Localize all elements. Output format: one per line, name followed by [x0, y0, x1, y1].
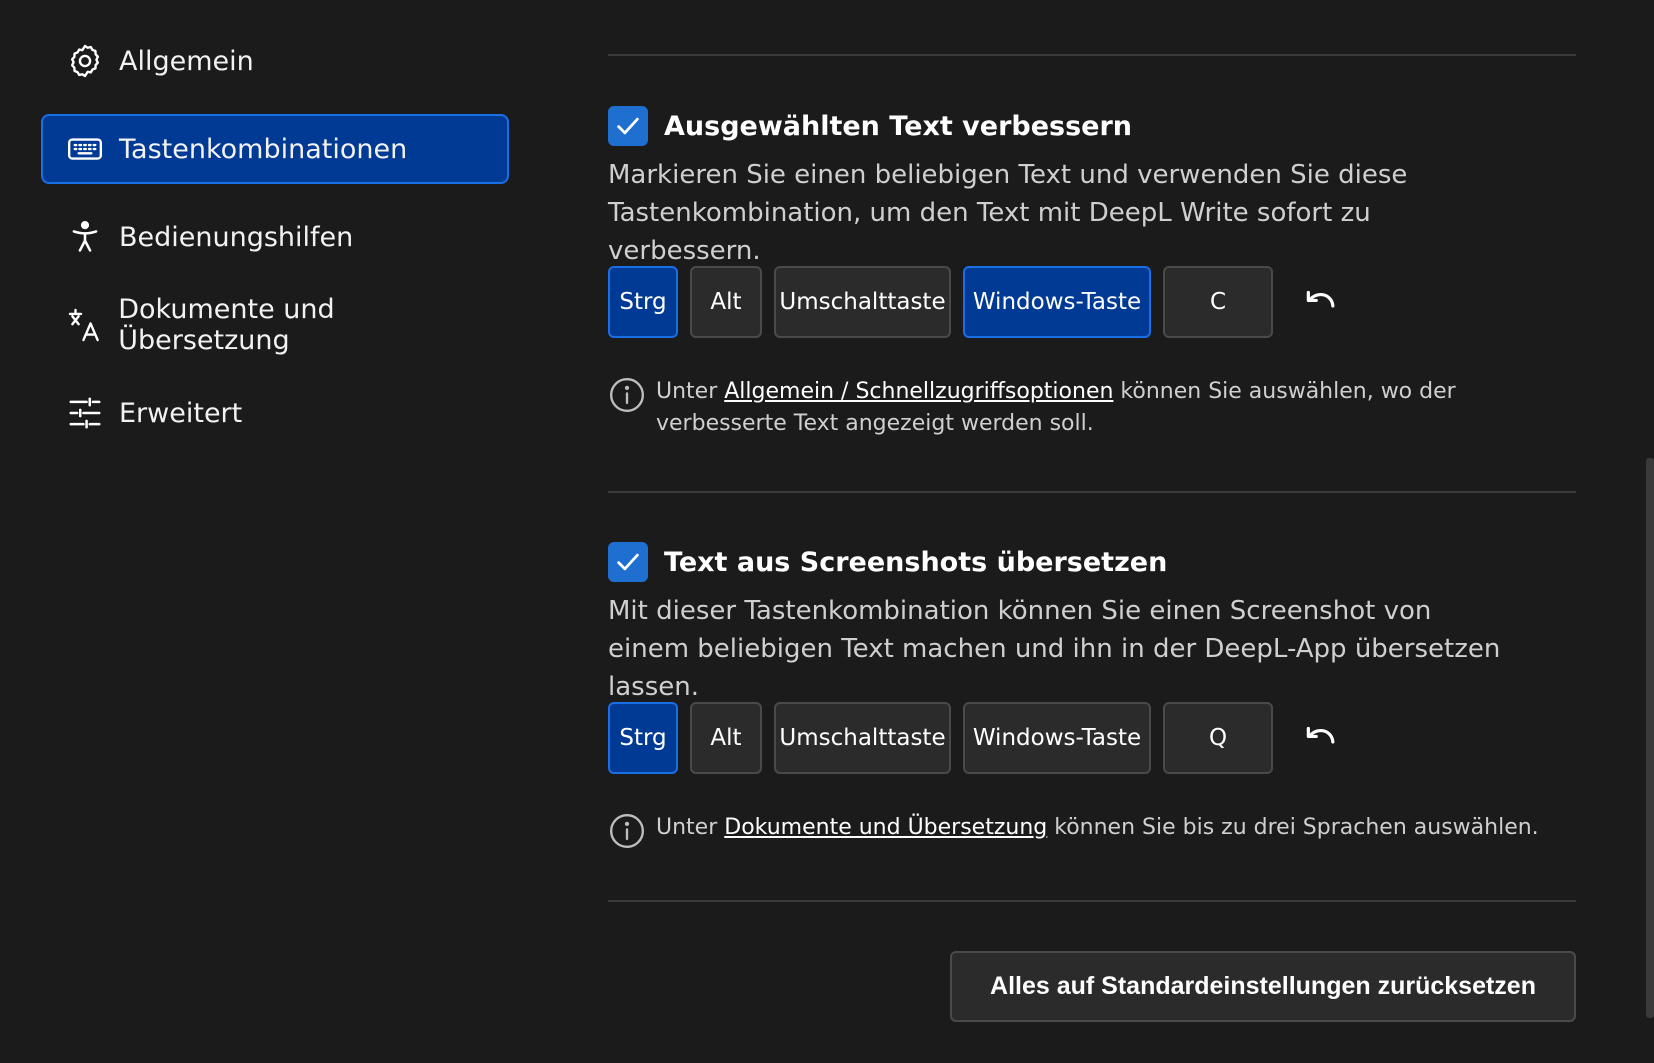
info-text: Unter Allgemein / Schnellzugriffsoptione…: [656, 376, 1568, 440]
sidebar-item-label: Bedienungshilfen: [119, 221, 354, 253]
sliders-icon: [65, 393, 105, 433]
undo-icon[interactable]: [1299, 716, 1343, 760]
gear-icon: [65, 41, 105, 81]
info-note: Unter Allgemein / Schnellzugriffsoptione…: [608, 376, 1568, 440]
sidebar-item-label: Allgemein: [119, 45, 254, 77]
sidebar-item-allgemein[interactable]: Allgemein: [41, 26, 509, 96]
link-allgemein-schnellzugriffsoptionen[interactable]: Allgemein / Schnellzugriffsoptionen: [724, 379, 1113, 404]
reset-all-button[interactable]: Alles auf Standardeinstellungen zurückse…: [950, 951, 1576, 1022]
sidebar-item-bedienungshilfen[interactable]: Bedienungshilfen: [41, 202, 509, 272]
key-windows-button[interactable]: Windows-Taste: [963, 702, 1151, 774]
info-icon: [609, 377, 645, 413]
key-strg-button[interactable]: Strg: [608, 702, 678, 774]
shortcuts-panel: Ausgewählten Text verbessern Markieren S…: [608, 0, 1576, 1063]
screenshot-translate-checkbox[interactable]: [608, 542, 648, 582]
sidebar-item-label: Dokumente und Übersetzung: [118, 294, 335, 356]
section-divider: [608, 54, 1576, 56]
sidebar-item-erweitert[interactable]: Erweitert: [41, 378, 509, 448]
checkmark-icon: [617, 553, 639, 571]
key-letter-button[interactable]: Q: [1163, 702, 1273, 774]
sidebar-item-dokumente-und-uebersetzung[interactable]: Dokumente und Übersetzung: [41, 290, 509, 360]
link-dokumente-und-uebersetzung[interactable]: Dokumente und Übersetzung: [724, 815, 1047, 840]
section-divider: [608, 491, 1576, 493]
section-title: Ausgewählten Text verbessern: [664, 110, 1133, 142]
key-strg-button[interactable]: Strg: [608, 266, 678, 338]
key-combination: Strg Alt Umschalttaste Windows-Taste Q: [608, 702, 1343, 774]
checkmark-icon: [617, 117, 639, 135]
scrollbar[interactable]: [1646, 458, 1654, 1018]
key-umschalttaste-button[interactable]: Umschalttaste: [774, 702, 951, 774]
sidebar-item-label: Erweitert: [119, 397, 243, 429]
section-title: Text aus Screenshots übersetzen: [664, 546, 1168, 578]
key-windows-button[interactable]: Windows-Taste: [963, 266, 1151, 338]
keyboard-icon: [65, 129, 105, 169]
sidebar-item-tastenkombinationen[interactable]: Tastenkombinationen: [41, 114, 509, 184]
key-umschalttaste-button[interactable]: Umschalttaste: [774, 266, 951, 338]
info-icon: [609, 813, 645, 849]
translate-icon: [65, 305, 104, 345]
accessibility-icon: [65, 217, 105, 257]
sidebar-item-label: Tastenkombinationen: [119, 133, 408, 165]
info-note: Unter Dokumente und Übersetzung können S…: [608, 812, 1568, 850]
settings-sidebar: Allgemein Tastenkombinationen Bedienungs…: [0, 0, 540, 1063]
key-alt-button[interactable]: Alt: [690, 702, 762, 774]
info-text: Unter Dokumente und Übersetzung können S…: [656, 812, 1539, 844]
section-title-row: Ausgewählten Text verbessern: [608, 106, 1132, 146]
info-prefix: Unter: [656, 379, 725, 404]
undo-icon[interactable]: [1299, 280, 1343, 324]
section-description: Mit dieser Tastenkombination können Sie …: [608, 596, 1501, 702]
key-letter-button[interactable]: C: [1163, 266, 1273, 338]
key-alt-button[interactable]: Alt: [690, 266, 762, 338]
section-divider: [608, 900, 1576, 902]
improve-text-checkbox[interactable]: [608, 106, 648, 146]
info-suffix: können Sie bis zu drei Sprachen auswähle…: [1047, 815, 1539, 840]
section-description: Markieren Sie einen beliebigen Text und …: [608, 160, 1408, 266]
section-title-row: Text aus Screenshots übersetzen: [608, 542, 1167, 582]
info-prefix: Unter: [656, 815, 725, 840]
key-combination: Strg Alt Umschalttaste Windows-Taste C: [608, 266, 1343, 338]
